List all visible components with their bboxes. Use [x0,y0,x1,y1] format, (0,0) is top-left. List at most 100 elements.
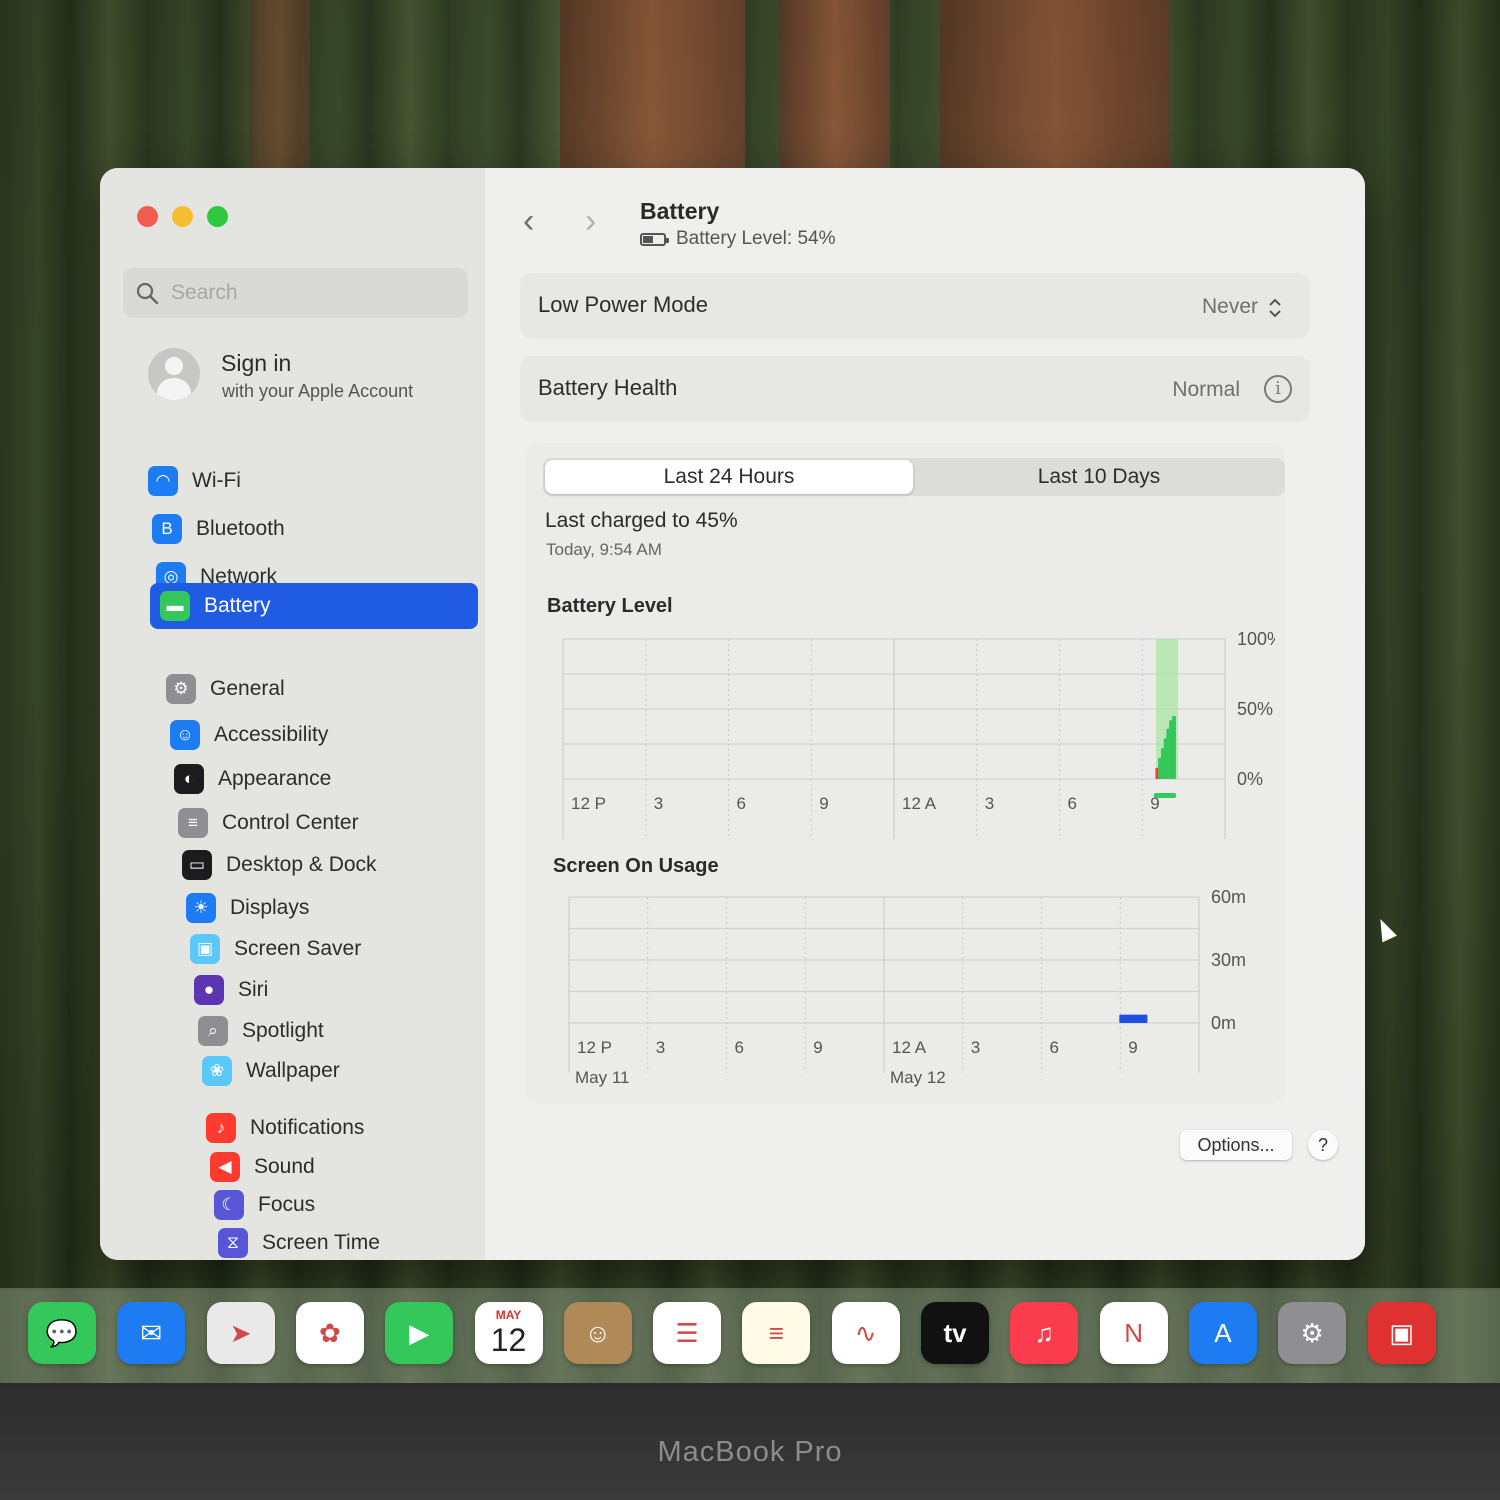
sidebar-item-displays[interactable]: ☀ Displays [186,887,309,929]
dock: 💬 ✉ ➤ ✿ ▶ MAY 12 ☺ ☰ ≡ ∿ tv ♫ N A ⚙ ▣ [0,1288,1500,1383]
sidebar-item-spotlight[interactable]: ⌕ Spotlight [198,1010,324,1052]
dock-app-maps[interactable]: ➤ [206,1302,275,1364]
flower-icon: ❀ [202,1056,232,1086]
sidebar-item-screen-saver[interactable]: ▣ Screen Saver [190,928,361,970]
tv-icon: tv [943,1317,967,1348]
minimize-window-button[interactable] [172,206,193,227]
moon-icon: ☾ [214,1190,244,1220]
dock-app-facetime[interactable]: ▶ [385,1302,454,1364]
x-tick-label: 9 [819,794,828,813]
dock-app-system-settings[interactable]: ⚙ [1278,1302,1347,1364]
main-pane: ‹ › Battery Battery Level: 54% Low Power… [485,168,1365,1260]
options-button[interactable]: Options... [1180,1130,1292,1160]
sidebar-item-notifications[interactable]: ♪ Notifications [206,1107,364,1149]
date-label: May 11 [575,1068,630,1087]
forward-button[interactable]: › [585,202,596,241]
sidebar-item-label: Displays [230,896,310,919]
sidebar-item-accessibility[interactable]: ☺ Accessibility [170,714,328,756]
x-tick-label: 3 [654,794,663,813]
sidebar-item-sound[interactable]: ◀ Sound [210,1146,315,1188]
sidebar-item-label: General [210,677,285,700]
y-tick-label: 50% [1237,699,1273,719]
sidebar-item-label: Wallpaper [246,1059,340,1082]
y-tick-label: 0m [1211,1013,1236,1033]
time-range-segmented-control: Last 24 Hours Last 10 Days [543,458,1285,496]
tab-last-24-hours[interactable]: Last 24 Hours [545,460,913,494]
dock-app-messages[interactable]: 💬 [28,1302,96,1364]
sidebar-item-battery[interactable]: ▬ Battery [150,583,478,629]
sidebar-item-control-center[interactable]: ≡ Control Center [178,802,359,844]
sidebar: Search Sign in with your Apple Account ◠… [100,168,485,1260]
screen-saver-icon: ▣ [190,934,220,964]
dock-app-music[interactable]: ♫ [1010,1302,1079,1364]
dock-app-contacts[interactable]: ☺ [563,1302,632,1364]
calendar-icon: MAY 12 [491,1308,527,1358]
account-subtitle: with your Apple Account [222,381,414,401]
close-window-button[interactable] [137,206,158,227]
sidebar-item-label: Bluetooth [196,517,285,540]
sidebar-item-label: Notifications [250,1116,365,1139]
search-placeholder: Search [171,281,238,304]
sidebar-item-wallpaper[interactable]: ❀ Wallpaper [202,1050,340,1092]
back-button[interactable]: ‹ [523,202,534,241]
help-button[interactable]: ? [1308,1130,1338,1160]
dock-app-tv[interactable]: tv [921,1302,989,1364]
sidebar-item-bluetooth[interactable]: B Bluetooth [152,508,285,550]
dock-app-freeform[interactable]: ∿ [831,1302,900,1364]
x-tick-label: 3 [656,1038,665,1057]
battery-usage-card: Last 24 Hours Last 10 Days Last charged … [525,443,1285,1103]
messages-icon: 💬 [45,1317,79,1348]
date-label: May 12 [890,1068,946,1087]
sidebar-item-label: Appearance [218,767,332,790]
screen-on-usage-chart-title: Screen On Usage [553,855,719,877]
dock-app-mail[interactable]: ✉ [117,1302,186,1364]
battery-health-value: Normal [1172,378,1240,401]
news-icon: N [1124,1317,1143,1348]
dock-app-photos[interactable]: ✿ [295,1302,364,1364]
chart-bar [1171,716,1176,779]
popup-stepper-icon[interactable] [1266,295,1284,321]
sidebar-item-wi-fi[interactable]: ◠ Wi-Fi [148,460,241,502]
maps-icon: ➤ [229,1317,252,1348]
sidebar-item-label: Sound [254,1155,315,1178]
app-store-icon: A [1214,1317,1232,1348]
chart-bar [1119,1014,1135,1023]
sidebar-item-label: Control Center [222,811,359,834]
dock-app-notes[interactable]: ≡ [742,1302,811,1364]
x-tick-label: 12 P [571,794,606,813]
dock-app-reminders[interactable]: ☰ [653,1302,722,1364]
freeform-icon: ∿ [854,1317,877,1348]
dock-app-photo-booth[interactable]: ▣ [1367,1302,1436,1364]
search-input[interactable]: Search [123,268,468,318]
zoom-window-button[interactable] [207,206,228,227]
settings-icon: ⚙ [1300,1317,1324,1348]
x-tick-label: 9 [1128,1038,1137,1057]
hourglass-icon: ⧖ [218,1228,248,1258]
battery-icon: ▬ [160,591,190,621]
x-tick-label: 6 [1050,1038,1059,1057]
calendar-day: 12 [490,1322,527,1358]
sidebar-item-appearance[interactable]: ◐ Appearance [174,758,331,800]
apple-account-sign-in[interactable]: Sign in with your Apple Account [148,348,468,408]
chart-bar [1132,1014,1148,1023]
sidebar-item-siri[interactable]: ● Siri [194,969,268,1011]
x-tick-label: 3 [971,1038,980,1057]
music-icon: ♫ [1034,1317,1055,1348]
siri-icon: ● [194,975,224,1005]
tab-last-10-days[interactable]: Last 10 Days [915,460,1283,494]
sidebar-item-screen-time[interactable]: ⧖ Screen Time [218,1222,380,1260]
photo-booth-icon: ▣ [1389,1317,1414,1348]
low-power-mode-value[interactable]: Never [1202,295,1258,319]
info-icon[interactable]: i [1264,375,1292,403]
sidebar-item-focus[interactable]: ☾ Focus [214,1184,315,1226]
dock-app-calendar[interactable]: MAY 12 [474,1302,543,1364]
dock-app-app-store[interactable]: A [1188,1302,1257,1364]
sidebar-item-label: Spotlight [242,1019,324,1042]
sidebar-item-desktop-dock[interactable]: ▭ Desktop & Dock [182,844,377,886]
charging-indicator [1154,793,1177,798]
dock-app-news[interactable]: N [1099,1302,1168,1364]
contacts-icon: ☺ [584,1317,612,1348]
search-icon [136,282,159,305]
sidebar-item-general[interactable]: ⚙ General [166,668,285,710]
gear-icon: ⚙ [166,674,196,704]
